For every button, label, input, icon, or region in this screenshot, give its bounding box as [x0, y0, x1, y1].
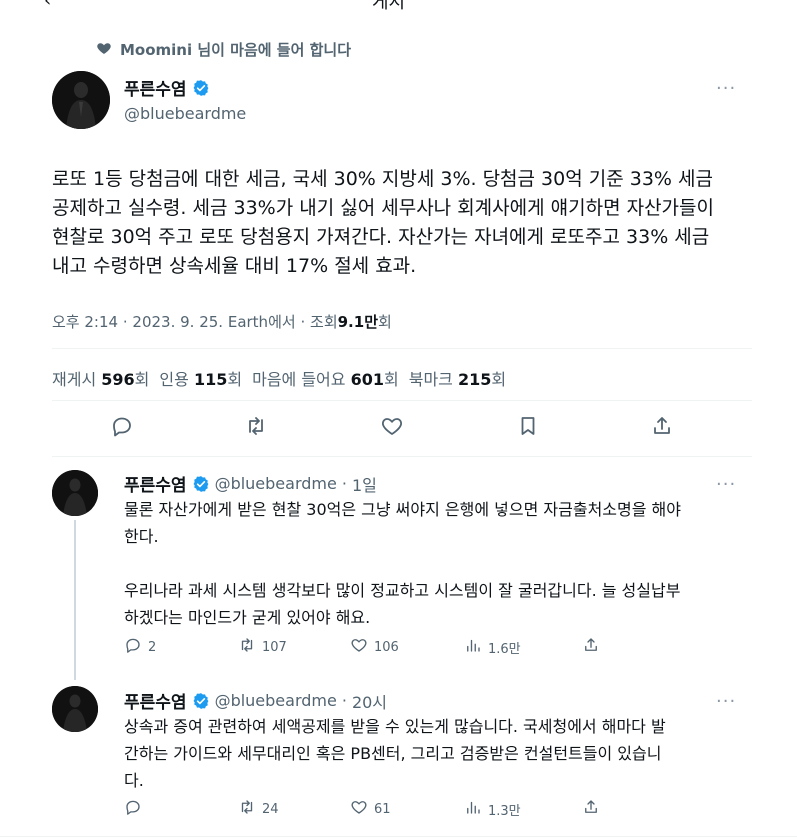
like-count: 61 [374, 801, 391, 817]
reply-icon[interactable] [110, 414, 136, 440]
social-context: Moomini 님이 마음에 들어 합니다 [96, 39, 351, 60]
author-name[interactable]: 푸른수염 [124, 471, 187, 496]
repost-icon[interactable] [244, 414, 270, 440]
like-button[interactable]: 61 [350, 798, 391, 820]
stat-likes[interactable]: 마음에 들어요 601회 [252, 366, 399, 390]
divider [52, 456, 752, 457]
author-handle[interactable]: @bluebeardme [215, 474, 337, 493]
more-options-icon[interactable]: ··· [716, 78, 736, 99]
top-bar-fragment: ‹ 게시 [0, 0, 797, 12]
avatar[interactable] [52, 470, 98, 516]
tweet-text: 로또 1등 당첨금에 대한 세금, 국세 30% 지방세 3%. 당첨금 30억… [52, 168, 714, 277]
reply-button[interactable] [124, 798, 148, 820]
repost-icon [238, 636, 256, 658]
more-options-icon[interactable]: ··· [716, 474, 736, 495]
divider [52, 400, 752, 401]
heart-icon [96, 40, 112, 60]
divider [52, 348, 752, 349]
reply-actions: 24 61 1.3만 [124, 798, 744, 820]
repost-icon [238, 798, 256, 820]
repost-button[interactable]: 24 [238, 798, 279, 820]
avatar[interactable] [52, 71, 110, 129]
analytics-icon [464, 798, 482, 820]
views-label: 조회 [310, 313, 338, 331]
tweet-time[interactable]: 오후 2:14 [52, 313, 118, 331]
tweet-date[interactable]: 2023. 9. 25. [132, 313, 223, 331]
share-icon[interactable] [582, 798, 600, 816]
like-icon [350, 798, 368, 820]
avatar[interactable] [52, 686, 98, 732]
views-count: 1.6만 [488, 641, 521, 657]
reply-text: 물론 자산가에게 받은 현찰 30억은 그냥 써야지 은행에 넣으면 자금출처소… [124, 500, 681, 627]
stat-bookmarks[interactable]: 북마크 215회 [409, 366, 506, 390]
verified-badge-icon [192, 692, 210, 710]
reply-icon [124, 636, 142, 658]
reply-header: 푸른수염 @bluebeardme · 20시 [124, 688, 387, 713]
tweet-source: Earth에서 [227, 313, 296, 331]
analytics-icon [464, 636, 482, 658]
tweet-meta: 오후 2:14 · 2023. 9. 25. Earth에서 · 조회9.1만회 [52, 313, 392, 331]
repost-button[interactable]: 107 [238, 636, 287, 658]
like-icon [350, 636, 368, 658]
thread-line [74, 520, 76, 680]
tweet-stats: 재게시 596회 인용 115회 마음에 들어요 601회 북마크 215회 [52, 366, 506, 390]
like-icon[interactable] [380, 414, 406, 440]
tweet-actions [52, 414, 752, 444]
verified-badge-icon [192, 79, 210, 97]
social-context-text: Moomini 님이 마음에 들어 합니다 [120, 41, 352, 59]
reply-count: 2 [148, 639, 157, 655]
repost-count: 24 [262, 801, 279, 817]
main-author-block: 푸른수염 @bluebeardme [124, 75, 246, 123]
reply-time[interactable]: 20시 [352, 689, 387, 713]
page-title: 게시 [372, 0, 406, 12]
divider [0, 836, 797, 837]
author-handle[interactable]: @bluebeardme [215, 691, 337, 710]
views-button[interactable]: 1.6만 [464, 636, 521, 658]
verified-badge-icon [192, 475, 210, 493]
back-arrow-icon[interactable]: ‹ [44, 0, 51, 11]
repost-count: 107 [262, 639, 287, 655]
views-value: 9.1만 [337, 313, 378, 331]
like-count: 106 [374, 639, 399, 655]
like-button[interactable]: 106 [350, 636, 399, 658]
more-options-icon[interactable]: ··· [716, 691, 736, 712]
reply-icon [124, 798, 142, 820]
author-handle[interactable]: @bluebeardme [124, 104, 246, 123]
views-button[interactable]: 1.3만 [464, 798, 521, 820]
share-icon[interactable] [650, 414, 676, 440]
reply-time[interactable]: 1일 [352, 472, 377, 496]
reply-text: 상속과 증여 관련하여 세액공제를 받을 수 있는게 많습니다. 국세청에서 해… [124, 717, 666, 790]
stat-quotes[interactable]: 인용 115회 [159, 366, 242, 390]
author-name[interactable]: 푸른수염 [124, 688, 187, 713]
bookmark-icon[interactable] [516, 414, 542, 440]
reply-actions: 2 107 106 1.6만 [124, 636, 744, 658]
views-count: 1.3만 [488, 803, 521, 819]
reply-button[interactable]: 2 [124, 636, 156, 658]
share-icon[interactable] [582, 636, 600, 654]
stat-reposts[interactable]: 재게시 596회 [52, 366, 149, 390]
reply-header: 푸른수염 @bluebeardme · 1일 [124, 471, 377, 496]
author-name[interactable]: 푸른수염 [124, 75, 187, 100]
